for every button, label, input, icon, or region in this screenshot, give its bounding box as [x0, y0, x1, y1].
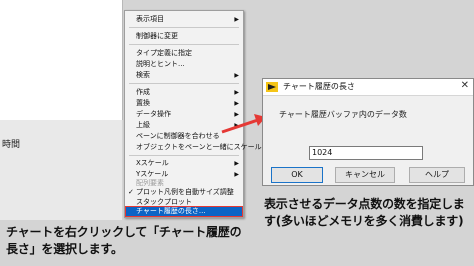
- menu-item-label: 置換: [136, 99, 150, 107]
- menu-item-label: 表示項目: [136, 15, 164, 23]
- caption-right: 表示させるデータ点数の数を指定します(多いほどメモリを多く消費します): [264, 197, 465, 228]
- menu-item-label: タイプ定義に指定: [136, 49, 192, 57]
- menu-separator: [129, 83, 239, 84]
- cancel-button[interactable]: キャンセル: [335, 167, 395, 183]
- menu-separator: [129, 27, 239, 28]
- dialog-description: チャート履歴バッファ内のデータ数: [279, 110, 407, 119]
- menu-item-label: Xスケール: [136, 159, 169, 167]
- menu-separator: [129, 155, 239, 156]
- submenu-arrow-icon: ▶: [234, 160, 239, 167]
- menu-item-label: ペーンに制御器を合わせる: [136, 132, 220, 140]
- menu-item-visible-items[interactable]: 表示項目 ▶: [125, 14, 243, 25]
- x-axis-label: 時間: [2, 140, 21, 150]
- ok-button[interactable]: OK: [271, 167, 323, 183]
- menu-item-label: 上級: [136, 121, 150, 129]
- menu-item-create[interactable]: 作成 ▶: [125, 87, 243, 98]
- submenu-arrow-icon: ▶: [234, 100, 239, 107]
- caption-left: チャートを右クリックして「チャート履歴の長さ」を選択します。: [6, 225, 242, 256]
- menu-item-label: 検索: [136, 71, 150, 79]
- history-length-input[interactable]: 1024: [309, 146, 423, 160]
- menu-item-find[interactable]: 検索 ▶: [125, 70, 243, 81]
- close-icon[interactable]: ✕: [461, 80, 469, 91]
- menu-item-label: 作成: [136, 88, 150, 96]
- submenu-arrow-icon: ▶: [234, 16, 239, 23]
- labview-icon: [266, 82, 278, 92]
- submenu-arrow-icon: ▶: [234, 72, 239, 79]
- menu-item-replace[interactable]: 置換 ▶: [125, 98, 243, 109]
- chart-x-axis-area: [0, 120, 122, 220]
- menu-item-label: 制御器に変更: [136, 32, 178, 40]
- submenu-arrow-icon: ▶: [234, 89, 239, 96]
- menu-item-description-tip[interactable]: 説明とヒント...: [125, 59, 243, 70]
- menu-item-label: 説明とヒント...: [136, 60, 185, 68]
- menu-item-label: オブジェクトをペーンと一緒にスケール: [136, 143, 262, 151]
- chart-plot-area[interactable]: [0, 0, 123, 120]
- menu-item-chart-history-length[interactable]: チャート履歴の長さ...: [125, 206, 243, 217]
- menu-item-x-scale[interactable]: Xスケール ▶: [125, 158, 243, 169]
- dialog-title: チャート履歴の長さ: [283, 82, 355, 91]
- dialog-title-bar: チャート履歴の長さ ✕: [263, 79, 473, 96]
- menu-item-label: チャート履歴の長さ...: [136, 207, 206, 215]
- red-arrow-icon: [221, 114, 266, 134]
- chart-history-dialog: チャート履歴の長さ ✕ チャート履歴バッファ内のデータ数 1024 OK キャン…: [262, 78, 474, 186]
- menu-separator: [129, 44, 239, 45]
- menu-item-change-to-control[interactable]: 制御器に変更: [125, 31, 243, 42]
- menu-item-scale-with-pane[interactable]: オブジェクトをペーンと一緒にスケール: [125, 142, 262, 153]
- menu-item-label: データ操作: [136, 110, 171, 118]
- menu-item-make-type-def[interactable]: タイプ定義に指定: [125, 48, 243, 59]
- help-button[interactable]: ヘルプ: [409, 167, 465, 183]
